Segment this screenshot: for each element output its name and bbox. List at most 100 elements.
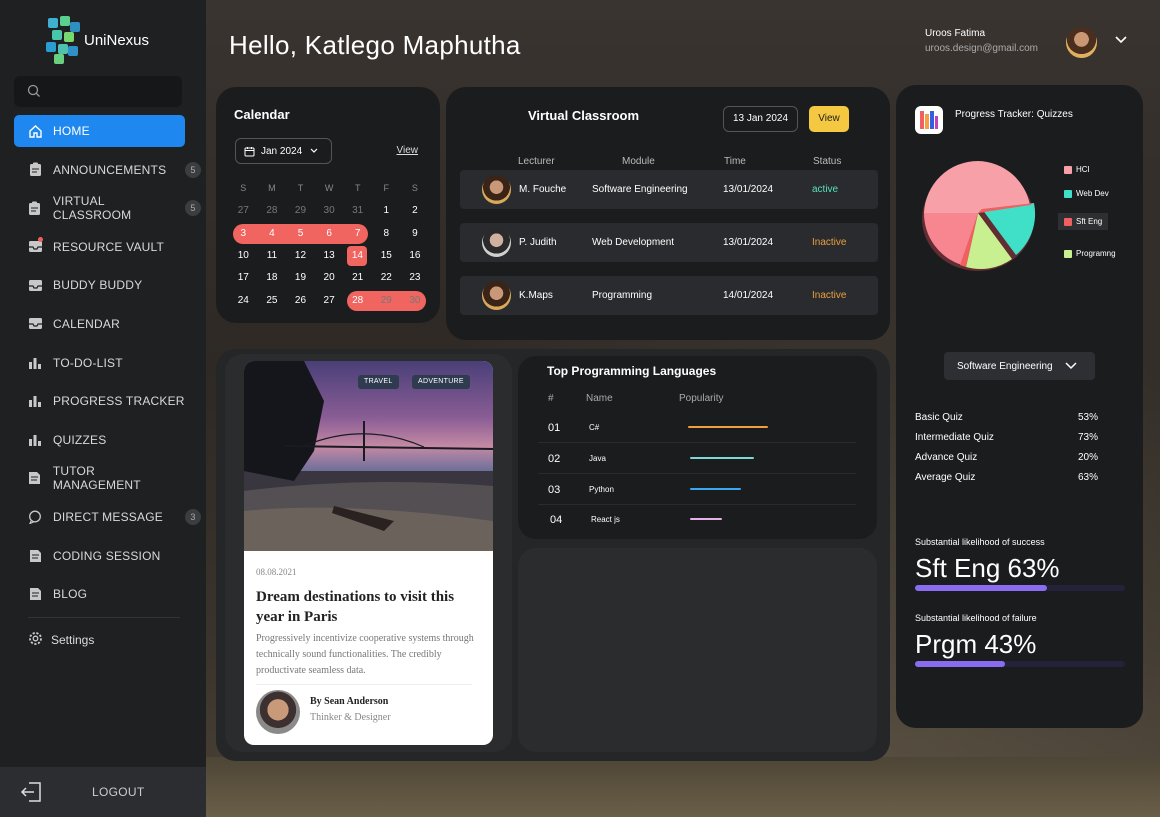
count-badge: 5 [185, 161, 201, 178]
calendar-day[interactable]: 6 [315, 224, 344, 244]
calendar-day[interactable]: 18 [258, 268, 287, 288]
quiz-score-row: Basic Quiz 53% [915, 412, 1098, 423]
sidebar-item-calendar[interactable]: CALENDAR [14, 308, 185, 340]
home-icon [27, 123, 43, 139]
calendar-day[interactable]: 7 [343, 224, 372, 244]
blog-image: TRAVEL ADVENTURE [244, 361, 493, 551]
calendar-day[interactable]: 8 [372, 224, 401, 244]
avatar [256, 690, 300, 734]
app-logo[interactable]: UniNexus [46, 16, 149, 64]
table-row[interactable]: 03 Python [538, 474, 856, 505]
sidebar-item-home[interactable]: HOME [14, 115, 185, 147]
month-select[interactable]: Jan 2024 [235, 138, 332, 164]
weekday-label: W [324, 183, 334, 193]
sidebar-item-direct-message[interactable]: DIRECT MESSAGE 3 [14, 501, 201, 533]
calendar-day[interactable]: 27 [229, 201, 258, 221]
calendar-day[interactable]: 22 [372, 268, 401, 288]
sidebar-item-resource-vault[interactable]: RESOURCE VAULT [14, 231, 185, 263]
table-row[interactable]: 04 React js [538, 504, 856, 535]
calendar-day[interactable]: 15 [372, 246, 401, 266]
sidebar-item-blog[interactable]: BLOG [14, 578, 185, 610]
classroom-view-button[interactable]: View [809, 106, 849, 132]
sidebar-item-virtual-classroom[interactable]: VIRTUAL CLASSROOM 5 [14, 192, 201, 224]
calendar-day[interactable]: 4 [258, 224, 287, 244]
lecturer-name: M. Fouche [519, 184, 567, 195]
logout-button[interactable]: LOGOUT [0, 767, 206, 817]
calendar-day[interactable]: 12 [286, 246, 315, 266]
calendar-day[interactable]: 29 [372, 291, 401, 311]
sidebar-item-progress-tracker[interactable]: PROGRESS TRACKER [14, 385, 185, 417]
sidebar-item-coding-session[interactable]: CODING SESSION [14, 540, 185, 572]
language-rank: 01 [548, 422, 561, 434]
sidebar-item-buddy-buddy[interactable]: BUDDY BUDDY [14, 269, 185, 301]
user-info: Uroos Fatima uroos.design@gmail.com [925, 28, 1038, 54]
quiz-score: 63% [1077, 472, 1098, 483]
classroom-date-picker[interactable]: 13 Jan 2024 [723, 106, 798, 132]
table-row[interactable]: 02 Java [538, 443, 856, 474]
quiz-pie-chart [922, 160, 1036, 271]
virtual-classroom-card: Virtual Classroom 13 Jan 2024 View Lectu… [446, 87, 890, 340]
language-rank: 02 [548, 453, 561, 465]
count-badge: 3 [185, 508, 201, 525]
avatar[interactable] [1066, 27, 1097, 58]
pie-slice-hci-2 [924, 160, 978, 213]
sidebar-item-announcements[interactable]: ANNOUNCEMENTS 5 [14, 154, 201, 186]
column-header-popularity: Popularity [679, 393, 724, 404]
status-badge: active [812, 184, 839, 195]
module-name: Web Development [592, 237, 675, 248]
notification-dot [38, 236, 43, 242]
legend-swatch [1064, 217, 1072, 226]
calendar-view-link[interactable]: View [397, 145, 419, 156]
tag-adventure[interactable]: ADVENTURE [412, 375, 470, 389]
calendar-day[interactable]: 5 [286, 224, 315, 244]
quiz-score-row: Average Quiz 63% [915, 472, 1098, 483]
calendar-day[interactable]: 30 [315, 201, 344, 221]
chevron-down-icon[interactable] [1114, 35, 1128, 45]
bar-chart-icon [27, 355, 43, 371]
table-row[interactable]: P. Judith Web Development 13/01/2024 Ina… [460, 223, 878, 262]
sidebar-item-quizzes[interactable]: QUIZZES [14, 424, 185, 456]
calendar-day[interactable]: 19 [286, 268, 315, 288]
calendar-day[interactable]: 31 [343, 201, 372, 221]
calendar-day[interactable]: 28 [343, 291, 372, 311]
calendar-day[interactable]: 1 [372, 201, 401, 221]
sidebar-item-tutor-management[interactable]: TUTOR MANAGEMENT [14, 462, 185, 494]
clipboard-icon [27, 162, 43, 178]
blog-author-role: Thinker & Designer [310, 712, 391, 723]
calendar-day[interactable]: 23 [401, 268, 430, 288]
calendar-day[interactable]: 29 [286, 201, 315, 221]
chevron-down-icon [310, 148, 318, 153]
blog-title[interactable]: Dream destinations to visit this year in… [256, 587, 481, 627]
sidebar-item-to-do-list[interactable]: TO-DO-LIST [14, 347, 185, 379]
calendar-day[interactable]: 25 [258, 291, 287, 311]
calendar-day[interactable]: 2 [401, 201, 430, 221]
calendar-day[interactable]: 3 [229, 224, 258, 244]
weekday-label: M [268, 183, 276, 193]
calendar-day[interactable]: 11 [258, 246, 287, 266]
search-input[interactable] [14, 76, 182, 107]
calendar-day[interactable]: 24 [229, 291, 258, 311]
sidebar-item-settings[interactable]: Settings [14, 626, 206, 654]
calendar-day[interactable]: 17 [229, 268, 258, 288]
table-row[interactable]: K.Maps Programming 14/01/2024 Inactive [460, 276, 878, 315]
calendar-day[interactable]: 30 [401, 291, 430, 311]
calendar-day[interactable]: 28 [258, 201, 287, 221]
calendar-day[interactable]: 9 [401, 224, 430, 244]
sidebar-item-label: BUDDY BUDDY [53, 278, 143, 293]
calendar-day[interactable]: 14 [347, 245, 368, 266]
table-row[interactable]: 01 C# [538, 412, 856, 443]
module-dropdown[interactable]: Software Engineering [944, 352, 1095, 380]
session-time: 13/01/2024 [723, 184, 774, 195]
table-row[interactable]: M. Fouche Software Engineering 13/01/202… [460, 170, 878, 209]
blog-card[interactable]: TRAVEL ADVENTURE 08.08.2021 Dream destin… [244, 361, 493, 745]
calendar-day[interactable]: 27 [315, 291, 344, 311]
calendar-day[interactable]: 10 [229, 246, 258, 266]
module-name: Software Engineering [592, 184, 688, 195]
calendar-day[interactable]: 21 [343, 268, 372, 288]
calendar-day[interactable]: 13 [315, 246, 344, 266]
calendar-day[interactable]: 16 [401, 246, 430, 266]
tag-travel[interactable]: TRAVEL [358, 375, 399, 389]
calendar-day[interactable]: 20 [315, 268, 344, 288]
calendar-day[interactable]: 26 [286, 291, 315, 311]
gear-icon [28, 631, 43, 649]
